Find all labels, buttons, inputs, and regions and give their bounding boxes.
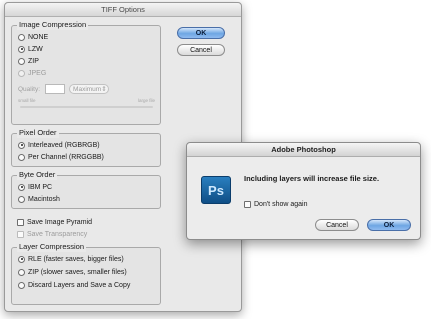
pixel-order-per-channel-radio[interactable]: Per Channel (RRGGBB) [18,152,104,162]
alert-cancel-button[interactable]: Cancel [315,219,359,231]
compression-none-radio[interactable]: NONE [18,32,48,42]
radio-label: IBM PC [28,183,53,191]
quality-slider[interactable] [20,106,153,108]
compression-lzw-radio[interactable]: LZW [18,44,43,54]
alert-ok-button[interactable]: OK [367,219,411,231]
radio-label: ZIP (slower saves, smaller files) [28,268,127,276]
small-file-label: small file [18,98,36,103]
photoshop-alert-dialog: Adobe Photoshop Ps Including layers will… [186,142,421,240]
image-compression-label: Image Compression [17,20,89,30]
radio-circle [18,69,25,77]
window-title: TIFF Options [5,3,241,17]
quality-preset-value: Maximum [73,85,102,93]
radio-label: Interleaved (RGBRGB) [28,141,100,149]
alert-title: Adobe Photoshop [187,143,420,157]
byte-order-group: Byte Order IBM PC Macintosh [11,170,161,209]
quality-preset-select[interactable]: Maximum ⇕ [69,84,110,94]
radio-circle [18,281,25,289]
radio-circle [18,268,25,276]
radio-label: LZW [28,45,43,53]
radio-circle [18,255,25,263]
layer-rle-radio[interactable]: RLE (faster saves, bigger files) [18,254,124,264]
radio-circle [18,141,25,149]
large-file-label: large file [137,98,155,103]
radio-circle [18,153,25,161]
pixel-order-label: Pixel Order [17,128,59,138]
compression-jpeg-radio[interactable]: JPEG [18,68,46,78]
dont-show-again-checkbox[interactable]: Don't show again [244,201,307,208]
alert-message: Including layers will increase file size… [244,174,380,183]
checkbox-box [17,218,24,226]
byte-order-ibm-radio[interactable]: IBM PC [18,182,52,192]
checkbox-label: Save Transparency [27,230,88,238]
updown-arrows-icon: ⇕ [101,86,107,93]
quality-slider-labels: small file large file [18,98,155,103]
cancel-button[interactable]: Cancel [177,44,225,56]
byte-order-mac-radio[interactable]: Macintosh [18,194,60,204]
radio-circle [18,33,25,41]
pixel-order-interleaved-radio[interactable]: Interleaved (RGBRGB) [18,140,100,150]
layer-zip-radio[interactable]: ZIP (slower saves, smaller files) [18,267,127,277]
checkbox-label: Save Image Pyramid [27,218,92,226]
radio-label: Discard Layers and Save a Copy [28,281,131,289]
ok-button[interactable]: OK [177,27,225,39]
quality-row: Quality: Maximum ⇕ [18,84,110,94]
save-image-pyramid-checkbox[interactable]: Save Image Pyramid [17,217,92,227]
photoshop-app-icon: Ps [201,176,231,204]
radio-circle [18,57,25,65]
checkbox-label: Don't show again [254,201,308,208]
byte-order-label: Byte Order [17,170,58,180]
save-transparency-checkbox[interactable]: Save Transparency [17,229,87,239]
quality-label: Quality: [18,85,41,93]
pixel-order-group: Pixel Order Interleaved (RGBRGB) Per Cha… [11,128,161,167]
radio-label: ZIP [28,57,39,65]
radio-label: Per Channel (RRGGBB) [28,153,104,161]
radio-label: NONE [28,33,49,41]
radio-label: Macintosh [28,195,60,203]
layer-discard-radio[interactable]: Discard Layers and Save a Copy [18,280,130,290]
quality-input[interactable] [45,84,66,94]
image-compression-group: Image Compression NONE LZW ZIP JPEG Qual… [11,20,161,125]
checkbox-box [17,230,24,238]
layer-compression-group: Layer Compression RLE (faster saves, big… [11,242,161,305]
checkbox-box [244,201,251,208]
compression-zip-radio[interactable]: ZIP [18,56,39,66]
layer-compression-label: Layer Compression [17,242,87,252]
radio-circle [18,45,25,53]
radio-circle [18,183,25,191]
radio-label: RLE (faster saves, bigger files) [28,255,124,263]
radio-label: JPEG [28,69,47,77]
radio-circle [18,195,25,203]
